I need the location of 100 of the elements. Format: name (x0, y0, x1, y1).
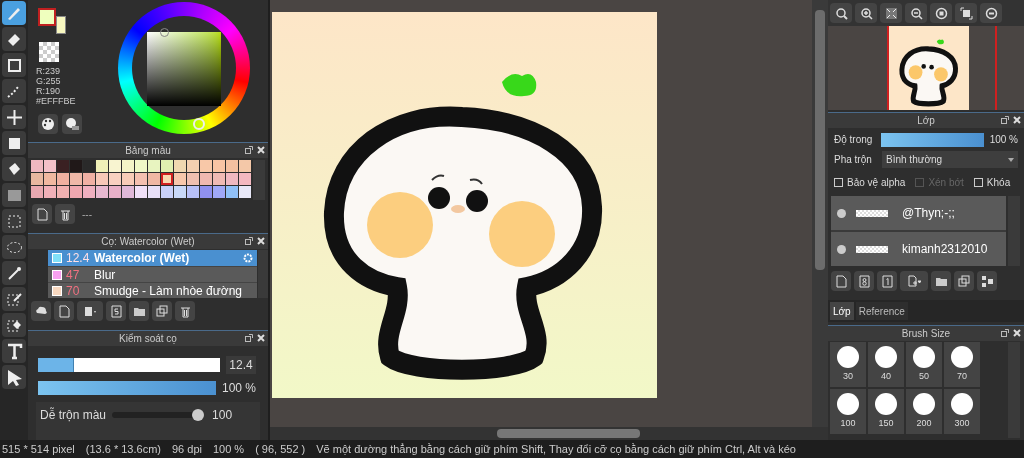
gear-icon[interactable] (243, 253, 254, 263)
brush-size-preset[interactable]: 200 (906, 389, 942, 434)
folder-button[interactable] (129, 301, 149, 321)
horizontal-scrollbar[interactable] (270, 427, 828, 440)
palette-swatch[interactable] (57, 160, 69, 172)
palette-swatch[interactable] (174, 186, 186, 198)
detach-icon[interactable] (1001, 116, 1009, 124)
vertical-scrollbar[interactable] (812, 0, 828, 427)
merge-layers-button[interactable] (977, 271, 997, 291)
square-outline-tool-button[interactable] (2, 53, 26, 77)
transparent-color-swatch[interactable] (39, 42, 59, 62)
folder-button[interactable] (931, 271, 951, 291)
brush-size-slider[interactable] (38, 358, 220, 372)
trash-button[interactable] (55, 204, 75, 224)
detach-icon[interactable] (245, 334, 253, 342)
panel-tab[interactable]: Lớp (830, 302, 854, 320)
palette-swatch[interactable] (31, 160, 43, 172)
palette-swatch[interactable] (148, 173, 160, 185)
close-icon[interactable] (257, 334, 265, 342)
close-icon[interactable] (257, 237, 265, 245)
palette-swatch[interactable] (174, 160, 186, 172)
palette-swatch[interactable] (226, 186, 238, 198)
brush-list-item[interactable]: 70 Smudge - Làm nhòe đường (48, 282, 258, 298)
detach-icon[interactable] (245, 237, 253, 245)
palette-swatch[interactable] (239, 160, 251, 172)
palette-swatch[interactable] (213, 160, 225, 172)
palette-swatch[interactable] (109, 186, 121, 198)
brush-size-preset[interactable]: 100 (830, 389, 866, 434)
zoom-in-button[interactable] (855, 3, 877, 23)
layer-row[interactable]: kimanh2312010 (831, 232, 1006, 266)
brush-size-preset[interactable]: 40 (868, 342, 904, 387)
palette-swatch[interactable] (109, 160, 121, 172)
palette-swatch[interactable] (239, 173, 251, 185)
brush-list-item[interactable]: 47 Blur (48, 266, 258, 282)
layer-option-checkbox[interactable]: Khóa (973, 175, 1011, 190)
close-icon[interactable] (257, 146, 265, 154)
filled-square-tool-button[interactable] (2, 131, 26, 155)
close-icon[interactable] (1013, 329, 1021, 337)
duplicate-button[interactable] (954, 271, 974, 291)
new-page-button[interactable] (32, 204, 52, 224)
palette-swatch[interactable] (187, 186, 199, 198)
palette-swatch[interactable] (187, 160, 199, 172)
brush-size-preset[interactable]: 300 (944, 389, 980, 434)
palette-swatch[interactable] (135, 186, 147, 198)
pointer-tool-button[interactable] (2, 365, 26, 389)
layer-option-checkbox[interactable]: Bảo vệ alpha (834, 175, 906, 190)
palette-swatch[interactable] (200, 173, 212, 185)
palette-swatch[interactable] (213, 186, 225, 198)
palette-swatch[interactable] (161, 173, 173, 185)
brush-size-preset[interactable]: 150 (868, 389, 904, 434)
palette-swatch[interactable] (161, 186, 173, 198)
brush-size-preset[interactable]: 30 (830, 342, 866, 387)
foreground-color-swatch[interactable] (38, 8, 56, 26)
cloud-download-button[interactable] (31, 301, 51, 321)
navigator-preview[interactable] (828, 26, 1024, 110)
fit-frame-button[interactable] (955, 3, 977, 23)
palette-swatch[interactable] (83, 160, 95, 172)
palette-swatch[interactable] (187, 173, 199, 185)
palette-swatch[interactable] (122, 160, 134, 172)
palette-swatch[interactable] (135, 173, 147, 185)
duplicate-button[interactable] (152, 301, 172, 321)
palette-swatch[interactable] (31, 186, 43, 198)
dotted-line-tool-button[interactable] (2, 79, 26, 103)
palette-swatch[interactable] (135, 160, 147, 172)
fit-screen-button[interactable] (880, 3, 902, 23)
brush-list-scrollbar[interactable] (258, 250, 268, 298)
blend-mode-dropdown[interactable]: Bình thường (882, 151, 1018, 168)
palette-swatch[interactable] (200, 160, 212, 172)
artwork-canvas[interactable] (272, 12, 657, 398)
paint-bucket-tool-button[interactable] (2, 157, 26, 181)
palette-swatch[interactable] (96, 173, 108, 185)
new-layer-button[interactable] (831, 271, 851, 291)
rotate-left-button[interactable] (930, 3, 952, 23)
palette-swatch[interactable] (44, 173, 56, 185)
background-color-swatch[interactable] (56, 16, 66, 34)
lasso-tool-button[interactable] (2, 235, 26, 259)
brush-type-dropdown-button[interactable] (77, 301, 103, 321)
palette-swatch[interactable] (57, 173, 69, 185)
layer-row[interactable]: @Thyn;-;; (831, 196, 1006, 230)
palette-swatch[interactable] (31, 173, 43, 185)
saturation-square[interactable] (147, 32, 221, 106)
palette-icon[interactable] (38, 114, 58, 134)
palette-swatch[interactable] (161, 160, 173, 172)
dashed-rectangle-tool-button[interactable] (2, 209, 26, 233)
brush-size-value[interactable]: 12.4 (226, 356, 256, 374)
palette-swatch[interactable] (44, 186, 56, 198)
palette-swatch[interactable] (57, 186, 69, 198)
move-tool-button[interactable] (2, 105, 26, 129)
1-bit-layer-button[interactable] (877, 271, 897, 291)
layer-opacity-slider[interactable] (880, 132, 984, 147)
palette-swatch[interactable] (226, 160, 238, 172)
new-brush-button[interactable] (54, 301, 74, 321)
add-layer-dropdown-button[interactable] (900, 271, 928, 291)
palette-swatch[interactable] (239, 186, 251, 198)
brush-tool-button[interactable] (2, 1, 26, 25)
detach-icon[interactable] (245, 146, 253, 154)
zoom-actual-button[interactable] (830, 3, 852, 23)
detach-icon[interactable] (1001, 329, 1009, 337)
palette-swatch[interactable] (83, 186, 95, 198)
palette-swatch[interactable] (96, 186, 108, 198)
